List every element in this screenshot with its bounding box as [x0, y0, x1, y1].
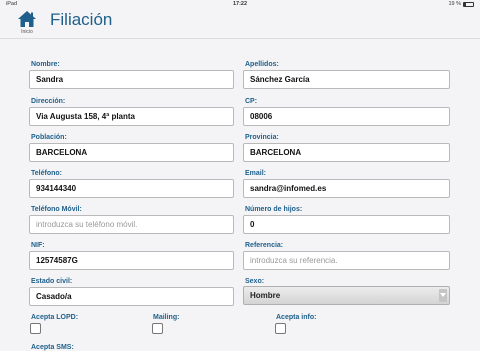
battery-icon [463, 1, 474, 7]
home-button[interactable]: Inicio [14, 10, 40, 36]
nif-field[interactable]: 12574587G [29, 251, 234, 270]
telefono-label: Teléfono: [31, 170, 62, 177]
page-title: Filiación [50, 10, 113, 29]
estado-civil-label: Estado civil: [31, 278, 73, 285]
referencia-label: Referencia: [245, 242, 284, 249]
poblacion-label: Población: [31, 134, 67, 141]
telefono-field[interactable]: 934144340 [29, 179, 234, 198]
clock: 17:22 [232, 1, 248, 7]
acepta-info-label: Acepta info: [276, 314, 317, 321]
nif-label: NIF: [31, 242, 45, 249]
acepta-sms-label: Acepta SMS: [31, 344, 74, 351]
home-icon [18, 11, 36, 27]
status-bar: iPad 17:22 19 % [0, 0, 480, 10]
chevron-down-icon [440, 293, 446, 297]
telefono-movil-field[interactable]: introduzca su teléfono móvil. [29, 215, 234, 234]
nombre-label: Nombre: [31, 61, 60, 68]
header: Inicio Filiación [0, 10, 480, 38]
email-field[interactable]: sandra@infomed.es [243, 179, 450, 198]
provincia-label: Provincia: [245, 134, 279, 141]
sexo-label: Sexo: [245, 278, 265, 285]
telefono-movil-label: Teléfono Móvil: [31, 206, 82, 213]
home-label: Inicio [21, 29, 33, 35]
apellidos-field[interactable]: Sánchez García [243, 70, 450, 89]
mailing-label: Mailing: [153, 314, 180, 321]
acepta-lopd-label: Acepta LOPD: [31, 314, 79, 321]
estado-civil-field[interactable]: Casado/a [29, 287, 234, 306]
sexo-value: Hombre [250, 291, 281, 300]
cp-label: CP: [245, 98, 258, 105]
sexo-select[interactable]: Hombre [243, 286, 450, 305]
sexo-dropdown-arrow [439, 289, 447, 302]
header-divider [0, 38, 480, 39]
poblacion-field[interactable]: BARCELONA [29, 143, 234, 162]
direccion-label: Dirección: [31, 98, 66, 105]
numero-hijos-label: Número de hijos: [245, 206, 303, 213]
battery-status: 19 % [448, 1, 474, 7]
mailing-checkbox[interactable] [152, 323, 163, 334]
nombre-field[interactable]: Sandra [29, 70, 234, 89]
provincia-field[interactable]: BARCELONA [243, 143, 450, 162]
cp-field[interactable]: 08006 [243, 107, 450, 126]
direccion-field[interactable]: Via Augusta 158, 4ª planta [29, 107, 234, 126]
battery-percent: 19 % [448, 1, 461, 7]
apellidos-label: Apellidos: [245, 61, 279, 68]
email-label: Email: [245, 170, 267, 177]
numero-hijos-field[interactable]: 0 [243, 215, 450, 234]
acepta-info-checkbox[interactable] [275, 323, 286, 334]
acepta-lopd-checkbox[interactable] [30, 323, 41, 334]
referencia-field[interactable]: introduzca su referencia. [243, 251, 450, 270]
